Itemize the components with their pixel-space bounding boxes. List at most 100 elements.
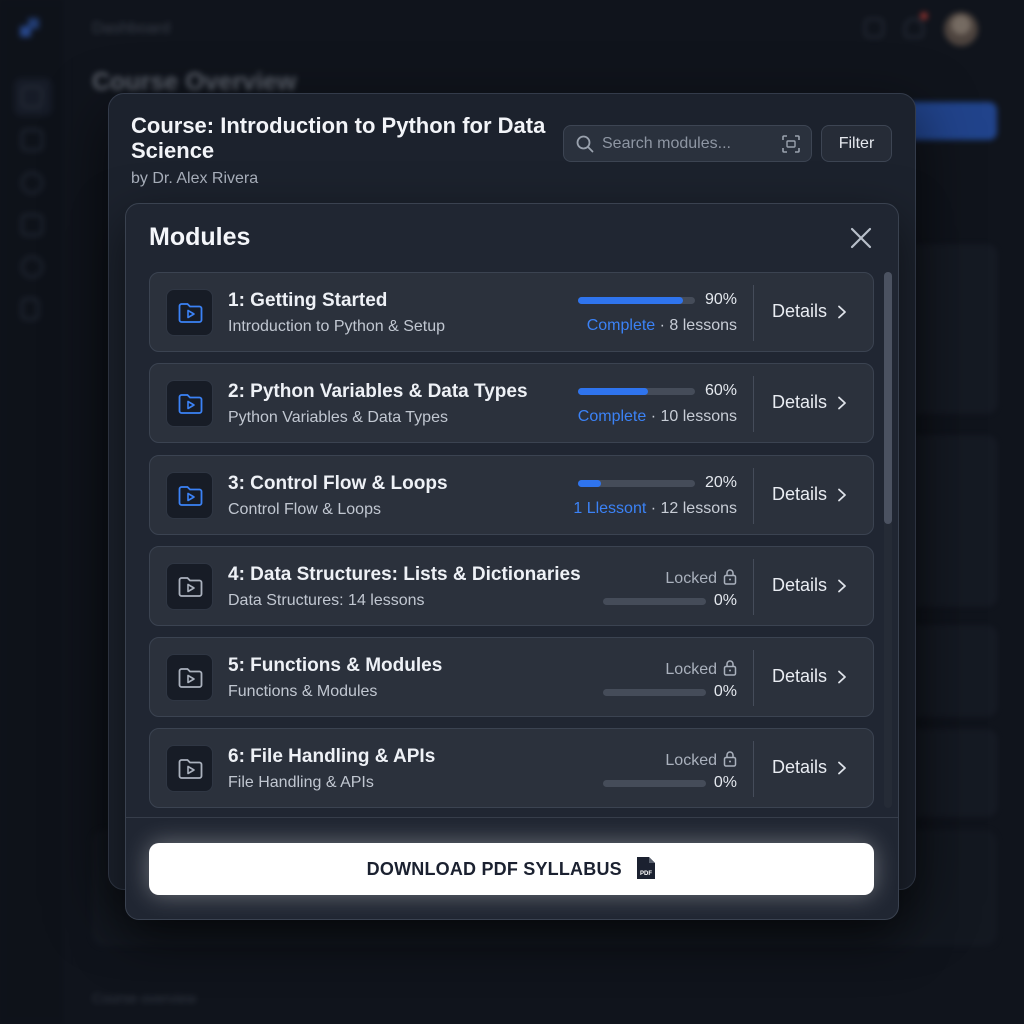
row-divider — [753, 559, 754, 615]
grid-icon[interactable] — [21, 129, 43, 151]
logout-icon[interactable] — [21, 298, 39, 320]
details-label: Details — [772, 666, 828, 686]
home-icon[interactable] — [21, 86, 43, 108]
progress-percent: 60% — [704, 382, 737, 399]
sidebar — [0, 0, 66, 1024]
lock-icon — [717, 751, 737, 769]
module-row[interactable]: 2: Python Variables & Data Types Python V… — [149, 363, 874, 443]
module-title: 4: Data Structures: Lists & Dictionaries — [228, 564, 581, 585]
row-divider — [753, 468, 754, 524]
module-title: 6: File Handling & APIs — [228, 746, 436, 767]
details-button[interactable]: Details — [772, 757, 847, 778]
chevron-right-icon — [827, 757, 847, 777]
chevron-right-icon — [827, 484, 847, 504]
bell-icon[interactable] — [904, 18, 924, 38]
module-subtitle: Data Structures: 14 lessons — [228, 592, 425, 609]
details-button[interactable]: Details — [772, 484, 847, 505]
scrollbar-thumb[interactable] — [884, 272, 892, 524]
row-divider — [753, 650, 754, 706]
progress-bar — [603, 689, 706, 696]
lesson-count: · 8 lessons — [655, 317, 737, 334]
status-line: Complete · 10 lessons — [578, 408, 737, 426]
breadcrumb[interactable]: Dashboard — [92, 20, 170, 38]
locked-status: Locked — [665, 750, 737, 770]
status-line: 1 Llessont · 12 lessons — [573, 500, 737, 518]
details-label: Details — [772, 301, 828, 321]
module-title: 3: Control Flow & Loops — [228, 473, 448, 494]
search-box[interactable] — [563, 125, 812, 162]
logo-icon — [20, 18, 42, 40]
background-card — [905, 730, 997, 816]
notification-dot — [920, 12, 928, 20]
details-label: Details — [772, 392, 828, 412]
locked-label: Locked — [665, 570, 717, 587]
background-card — [905, 436, 997, 606]
close-icon[interactable] — [848, 225, 874, 251]
background-footer-text: Course overview — [92, 990, 197, 1006]
details-button[interactable]: Details — [772, 392, 847, 413]
background-primary-button[interactable] — [905, 102, 997, 140]
module-folder-icon — [166, 654, 213, 701]
module-folder-icon — [166, 289, 213, 336]
module-row[interactable]: 6: File Handling & APIs File Handling & A… — [149, 728, 874, 808]
progress-percent: 0% — [713, 592, 737, 609]
module-title: 2: Python Variables & Data Types — [228, 381, 528, 402]
details-button[interactable]: Details — [772, 575, 847, 596]
progress-fill — [578, 480, 602, 487]
download-label: DOWNLOAD PDF SYLLABUS — [366, 859, 622, 879]
module-folder-icon — [166, 563, 213, 610]
progress-bar — [578, 480, 695, 487]
row-divider — [753, 376, 754, 432]
details-button[interactable]: Details — [772, 301, 847, 322]
status-text: 1 Llessont — [573, 500, 647, 517]
chevron-right-icon — [827, 301, 847, 321]
lesson-count: · 10 lessons — [646, 408, 737, 425]
divider — [126, 817, 898, 818]
progress-percent: 0% — [713, 774, 737, 791]
course-title: Course: Introduction to Python for Data … — [131, 113, 546, 163]
download-pdf-button[interactable]: DOWNLOAD PDF SYLLABUS PDF — [149, 843, 874, 895]
lock-icon — [717, 660, 737, 678]
module-row[interactable]: 1: Getting Started Introduction to Python… — [149, 272, 874, 352]
status-text: Complete — [586, 317, 656, 334]
module-subtitle: File Handling & APIs — [228, 774, 374, 791]
progress-fill — [578, 388, 649, 395]
module-subtitle: Python Variables & Data Types — [228, 409, 448, 426]
details-button[interactable]: Details — [772, 666, 847, 687]
row-divider — [753, 741, 754, 797]
locked-label: Locked — [665, 752, 717, 769]
search-input[interactable] — [602, 127, 772, 160]
background-card — [905, 626, 997, 716]
module-subtitle: Functions & Modules — [228, 683, 378, 700]
avatar[interactable] — [944, 12, 978, 46]
users-icon[interactable] — [21, 172, 43, 194]
scan-icon[interactable] — [782, 135, 800, 153]
row-divider — [753, 285, 754, 341]
locked-status: Locked — [665, 659, 737, 679]
filter-button[interactable]: Filter — [821, 125, 892, 162]
search-icon — [576, 135, 594, 153]
chevron-right-icon — [827, 666, 847, 686]
settings-icon[interactable] — [21, 256, 43, 278]
status-text: Complete — [577, 408, 647, 425]
status-line: Complete · 8 lessons — [587, 317, 737, 335]
details-label: Details — [772, 575, 828, 595]
calendar-icon[interactable] — [21, 214, 43, 236]
details-label: Details — [772, 757, 828, 777]
module-subtitle: Control Flow & Loops — [228, 501, 381, 518]
lesson-count: · 12 lessons — [646, 500, 737, 517]
pdf-badge-text: PDF — [640, 871, 652, 877]
module-folder-icon — [166, 380, 213, 427]
progress-percent: 0% — [713, 683, 737, 700]
module-row[interactable]: 3: Control Flow & Loops Control Flow & Lo… — [149, 455, 874, 535]
progress-bar — [603, 780, 706, 787]
chevron-right-icon — [827, 392, 847, 412]
messages-icon[interactable] — [864, 18, 884, 38]
locked-status: Locked — [665, 568, 737, 588]
progress-fill — [578, 297, 684, 304]
details-label: Details — [772, 484, 828, 504]
module-title: 1: Getting Started — [228, 290, 388, 311]
module-row[interactable]: 4: Data Structures: Lists & Dictionaries… — [149, 546, 874, 626]
module-row[interactable]: 5: Functions & Modules Functions & Module… — [149, 637, 874, 717]
module-folder-icon — [166, 745, 213, 792]
